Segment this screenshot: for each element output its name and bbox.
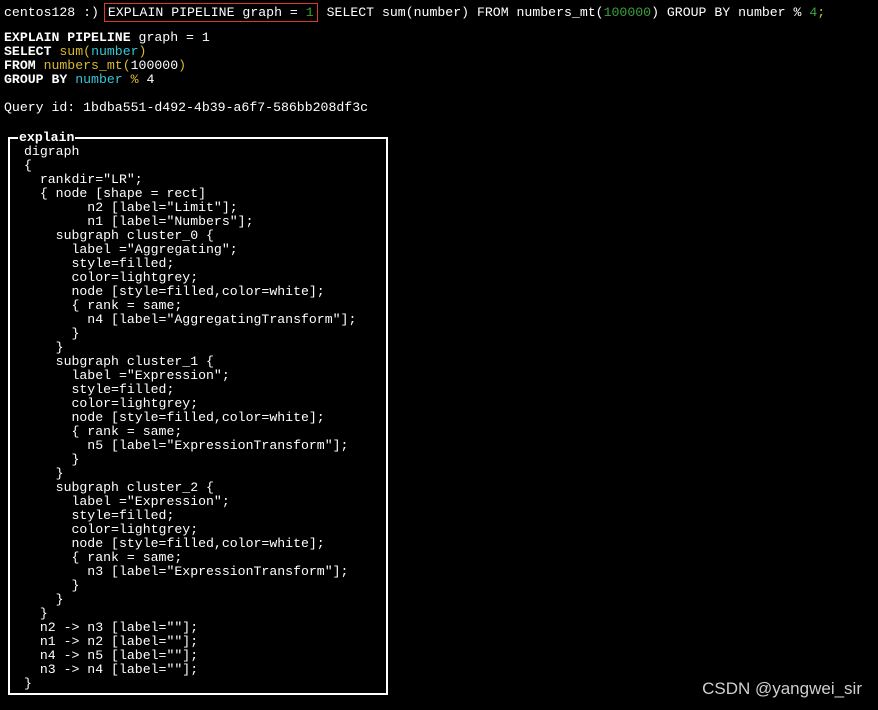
echo-line-1: EXPLAIN PIPELINE graph = 1 (4, 31, 210, 45)
result-line: n2 [label="Limit"]; (24, 200, 238, 215)
sql-function: ) (178, 58, 187, 73)
result-line: } (24, 326, 80, 341)
result-line: color=lightgrey; (24, 396, 199, 411)
result-line: } (24, 452, 80, 467)
result-line: label ="Expression"; (24, 494, 230, 509)
result-line: } (24, 466, 64, 481)
result-line: label ="Aggregating"; (24, 242, 238, 257)
echo-line-4: GROUP BY number % 4 (4, 73, 154, 87)
result-line: digraph (24, 144, 80, 159)
terminal-window: centos128 :) EXPLAIN PIPELINE graph = 1 … (4, 0, 878, 710)
result-line: subgraph cluster_0 { (24, 228, 214, 243)
result-line: style=filled; (24, 382, 175, 397)
result-line: } (24, 592, 64, 607)
sql-identifier: number (91, 44, 139, 59)
sql-identifier: number (67, 72, 123, 87)
sql-operator: % (122, 72, 139, 87)
result-column-header: explain (18, 130, 76, 145)
command-select-part: SELECT sum(number) FROM numbers_mt( (318, 5, 604, 20)
prompt-host: centos128 :) (4, 5, 99, 20)
sql-text: graph = 1 (130, 30, 210, 45)
result-line: n3 [label="ExpressionTransform"]; (24, 564, 349, 579)
query-id[interactable]: Query id: 1bdba551-d492-4b39-a6f7-586bb2… (4, 101, 368, 115)
sql-function: sum( (51, 44, 92, 59)
result-line: n1 [label="Numbers"]; (24, 214, 254, 229)
result-line: n4 -> n5 [label=""]; (24, 648, 199, 663)
result-line: node [style=filled,color=white]; (24, 284, 325, 299)
result-line: node [style=filled,color=white]; (24, 536, 325, 551)
result-line: style=filled; (24, 256, 175, 271)
result-line: } (24, 578, 80, 593)
result-table: explain digraph{ rankdir="LR"; { node [s… (8, 131, 388, 695)
result-line: { rank = same; (24, 424, 183, 439)
command-graph-value: 1 (305, 5, 314, 20)
result-line: color=lightgrey; (24, 522, 199, 537)
sql-keyword: SELECT (4, 44, 52, 59)
sql-literal: 100000 (130, 58, 179, 73)
sql-keyword: EXPLAIN PIPELINE (4, 30, 131, 45)
result-line: { (24, 158, 32, 173)
result-line: } (24, 676, 32, 691)
sql-keyword: GROUP BY (4, 72, 68, 87)
result-line: color=lightgrey; (24, 270, 199, 285)
command-group-part: ) GROUP BY number % (651, 5, 810, 20)
command-semicolon: ; (817, 5, 826, 20)
result-line: subgraph cluster_1 { (24, 354, 214, 369)
result-line: } (24, 340, 64, 355)
result-line: n5 [label="ExpressionTransform"]; (24, 438, 349, 453)
sql-function: numbers_mt( (35, 58, 131, 73)
result-line: label ="Expression"; (24, 368, 230, 383)
echo-line-2: SELECT sum(number) (4, 45, 146, 59)
sql-function: ) (138, 44, 147, 59)
result-line: n4 [label="AggregatingTransform"]; (24, 312, 357, 327)
command-number-literal: 100000 (603, 5, 652, 20)
result-line: rankdir="LR"; (24, 172, 143, 187)
result-line: node [style=filled,color=white]; (24, 410, 325, 425)
highlighted-command: EXPLAIN PIPELINE graph = 1 (103, 3, 318, 22)
result-line: n2 -> n3 [label=""]; (24, 620, 199, 635)
sql-keyword: FROM (4, 58, 36, 73)
result-line: style=filled; (24, 508, 175, 523)
result-line: subgraph cluster_2 { (24, 480, 214, 495)
sql-literal: 4 (138, 72, 155, 87)
result-line: { rank = same; (24, 550, 183, 565)
watermark: CSDN @yangwei_sir (702, 679, 862, 698)
echo-line-3: FROM numbers_mt(100000) (4, 59, 186, 73)
result-line: } (24, 606, 48, 621)
result-line: n1 -> n2 [label=""]; (24, 634, 199, 649)
result-line: n3 -> n4 [label=""]; (24, 662, 199, 677)
result-line: { rank = same; (24, 298, 183, 313)
prompt-line[interactable]: centos128 :) EXPLAIN PIPELINE graph = 1 … (4, 3, 826, 22)
command-explain-part: EXPLAIN PIPELINE graph = (107, 5, 306, 20)
result-line: { node [shape = rect] (24, 186, 207, 201)
